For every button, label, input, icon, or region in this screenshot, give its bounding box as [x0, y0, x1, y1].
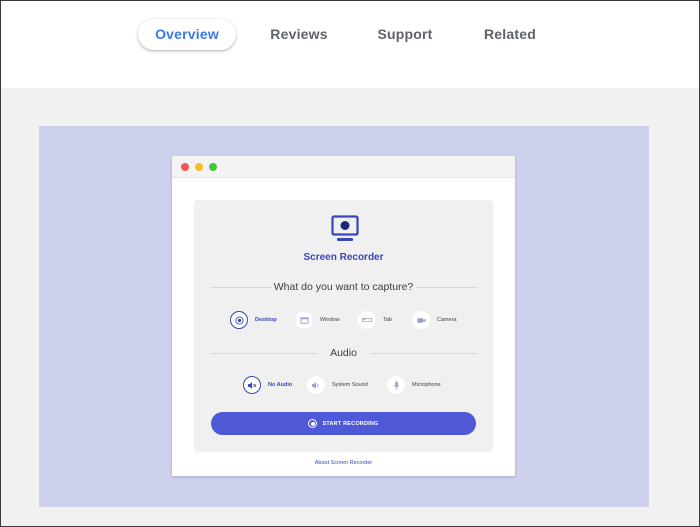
tab-icon	[358, 311, 376, 329]
minimize-dot-icon	[195, 163, 203, 171]
audio-option-label: System Sound	[332, 382, 368, 388]
tab-overview[interactable]: Overview	[138, 19, 236, 50]
capture-option-label: Window	[320, 317, 340, 323]
start-recording-label: START RECORDING	[322, 420, 379, 427]
capture-option-label: Desktop	[255, 317, 277, 323]
capture-option-tab[interactable]: Tab	[358, 310, 392, 330]
camera-icon	[412, 311, 430, 329]
speaker-icon	[307, 376, 325, 394]
capture-question: What do you want to capture?	[273, 281, 414, 293]
app-title: Screen Recorder	[303, 252, 384, 263]
audio-option-microphone[interactable]: Microphone	[387, 375, 441, 395]
mute-icon	[243, 376, 261, 394]
capture-option-label: Tab	[383, 317, 392, 323]
maximize-dot-icon	[209, 163, 217, 171]
audio-option-label: Microphone	[412, 382, 441, 388]
store-tab-bar: Overview Reviews Support Related	[1, 1, 699, 88]
record-icon	[308, 419, 318, 428]
window-icon	[295, 311, 313, 329]
capture-option-camera[interactable]: Camera	[412, 310, 457, 330]
capture-option-label: Camera	[437, 317, 457, 323]
browser-title-bar	[172, 156, 515, 178]
monitor-icon	[331, 215, 359, 241]
capture-option-window[interactable]: Window	[295, 310, 340, 330]
audio-option-label: No Audio	[268, 382, 293, 388]
audio-option-no-audio[interactable]: No Audio	[243, 375, 292, 395]
audio-option-system-sound[interactable]: System Sound	[307, 375, 368, 395]
close-dot-icon	[181, 163, 189, 171]
desktop-icon	[230, 311, 248, 329]
tab-support[interactable]: Support	[369, 19, 441, 50]
recorder-panel: Screen Recorder What do you want to capt…	[194, 200, 493, 452]
microphone-icon	[387, 376, 405, 394]
about-link[interactable]: About Screen Recorder	[172, 460, 515, 466]
capture-option-desktop[interactable]: Desktop	[230, 310, 277, 330]
tab-reviews[interactable]: Reviews	[263, 19, 335, 50]
audio-heading: Audio	[330, 347, 357, 359]
start-recording-button[interactable]: START RECORDING	[211, 412, 476, 435]
browser-window-mockup: Screen Recorder What do you want to capt…	[172, 156, 515, 476]
tab-related[interactable]: Related	[474, 19, 546, 50]
